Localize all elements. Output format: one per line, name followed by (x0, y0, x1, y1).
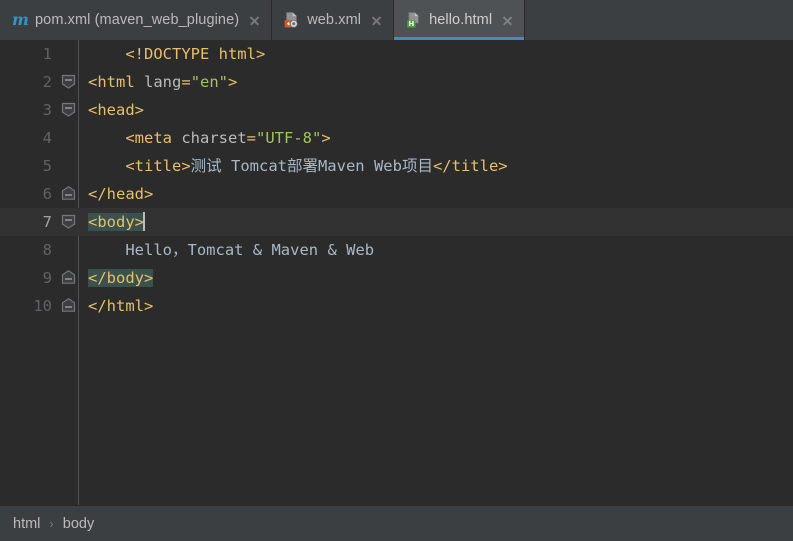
fold-open-icon[interactable] (61, 102, 76, 118)
line-number: 5 (42, 157, 52, 175)
fold-column (58, 96, 86, 124)
maven-icon: m (12, 10, 29, 29)
tab-label: hello.html (429, 12, 493, 28)
line-number: 7 (42, 213, 52, 231)
fold-close-icon[interactable] (61, 186, 76, 202)
code-line-row-current: 7 <body> (0, 208, 793, 236)
fold-column (58, 124, 86, 152)
line-number: 3 (42, 101, 52, 119)
ide-editor-window: m pom.xml (maven_web_plugine) web.xml H … (0, 0, 793, 541)
code-line-row: 9 </body> (0, 264, 793, 292)
line-number: 10 (33, 297, 52, 315)
fold-open-icon[interactable] (61, 74, 76, 90)
code-line-row: 3 <head> (0, 96, 793, 124)
fold-open-icon[interactable] (61, 214, 76, 230)
line-number: 9 (42, 269, 52, 287)
editor-tab-bar: m pom.xml (maven_web_plugine) web.xml H … (0, 0, 793, 40)
line-number: 2 (42, 73, 52, 91)
tab-label: pom.xml (maven_web_plugine) (35, 12, 240, 28)
fold-column (58, 292, 86, 320)
tab-web-xml[interactable]: web.xml (272, 0, 395, 40)
close-icon[interactable] (501, 14, 514, 27)
fold-column (58, 40, 86, 68)
close-icon[interactable] (370, 14, 383, 27)
code-line-text: </head> (88, 185, 154, 203)
line-number: 4 (42, 129, 52, 147)
code-line-text: </body> (88, 269, 154, 287)
fold-column (58, 152, 86, 180)
code-line-row: 2 <html lang="en"> (0, 68, 793, 96)
code-line-row: 1 <!DOCTYPE html> (0, 40, 793, 68)
code-line-text: </html> (88, 297, 154, 315)
code-line-row: 5 <title>测试 Tomcat部署Maven Web项目</title> (0, 152, 793, 180)
text-caret (143, 212, 145, 231)
code-editor-area[interactable]: 1 <!DOCTYPE html> 2 <html lang="en"> 3 <… (0, 40, 793, 505)
fold-column (58, 208, 86, 236)
code-line-text: <head> (88, 101, 144, 119)
code-line-row: 8 Hello，Tomcat & Maven & Web (0, 236, 793, 264)
line-number: 1 (42, 45, 52, 63)
tab-label: web.xml (307, 12, 362, 28)
fold-column (58, 180, 86, 208)
fold-column (58, 236, 86, 264)
code-line-text: Hello，Tomcat & Maven & Web (88, 241, 375, 259)
xml-file-icon (284, 12, 300, 28)
fold-column (58, 264, 86, 292)
line-number: 6 (42, 185, 52, 203)
code-line-row: 4 <meta charset="UTF-8"> (0, 124, 793, 152)
code-line-row: 6 </head> (0, 180, 793, 208)
code-line-text: <html lang="en"> (88, 73, 238, 91)
code-line-text: <body> (88, 212, 145, 231)
code-line-text: <!DOCTYPE html> (88, 45, 266, 63)
line-number: 8 (42, 241, 52, 259)
tab-hello-html[interactable]: H hello.html (394, 0, 526, 40)
code-line-text: <meta charset="UTF-8"> (125, 129, 331, 147)
close-icon[interactable] (248, 14, 261, 27)
chevron-right-icon: › (49, 516, 54, 531)
code-line-text: <title>测试 Tomcat部署Maven Web项目</title> (125, 157, 508, 175)
code-line-row: 10 </html> (0, 292, 793, 320)
fold-close-icon[interactable] (61, 270, 76, 286)
breadcrumb: html › body (0, 505, 793, 541)
tab-pom-xml[interactable]: m pom.xml (maven_web_plugine) (0, 0, 273, 40)
svg-text:H: H (408, 20, 414, 28)
fold-column (58, 68, 86, 96)
breadcrumb-item-html[interactable]: html (13, 516, 40, 532)
fold-close-icon[interactable] (61, 298, 76, 314)
html-file-icon: H (406, 12, 422, 28)
breadcrumb-item-body[interactable]: body (63, 516, 94, 532)
